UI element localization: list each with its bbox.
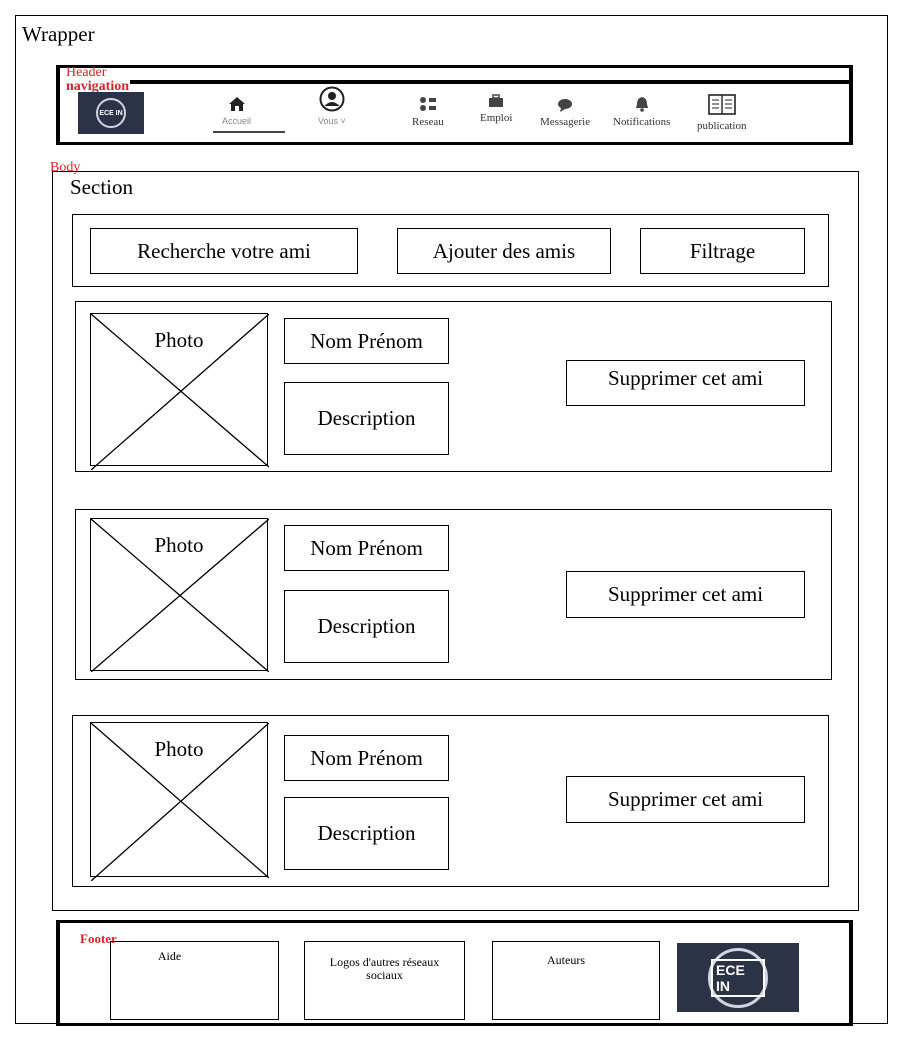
header-divider — [130, 80, 850, 84]
nav-item-messagerie[interactable]: Messagerie — [540, 90, 590, 128]
help-link[interactable]: Aide — [110, 941, 279, 1020]
nav-item-emploi[interactable]: Emploi — [480, 86, 512, 124]
friend-description: Description — [284, 590, 449, 663]
home-icon — [228, 90, 246, 112]
briefcase-icon — [488, 86, 504, 108]
friend-photo-placeholder[interactable]: Photo — [90, 722, 269, 881]
friend-description: Description — [284, 382, 449, 455]
bell-icon — [635, 90, 649, 112]
logo-text: ECE IN — [711, 958, 765, 997]
friend-name: Nom Prénom — [284, 735, 449, 781]
add-friends-button[interactable]: Ajouter des amis — [397, 228, 611, 274]
friend-description: Description — [284, 797, 449, 870]
active-tab-indicator — [213, 131, 285, 133]
header-label: Header — [66, 65, 107, 80]
photo-label: Photo — [154, 328, 204, 352]
friend-name: Nom Prénom — [284, 525, 449, 571]
wrapper-label: Wrapper — [22, 22, 95, 46]
section-label: Section — [70, 175, 133, 199]
friend-name: Nom Prénom — [284, 318, 449, 364]
authors-link[interactable]: Auteurs — [492, 941, 660, 1020]
nav-item-notifications[interactable]: Notifications — [613, 90, 670, 128]
logo-ring: ECE IN — [708, 947, 768, 1008]
nav-label-emploi: Emploi — [480, 112, 513, 124]
nav-label-publication: publication — [697, 120, 747, 132]
ece-in-logo[interactable]: ECE IN — [78, 92, 144, 134]
delete-friend-button[interactable]: Supprimer cet ami — [566, 360, 805, 406]
photo-label: Photo — [154, 737, 204, 761]
network-icon — [419, 90, 437, 112]
ece-in-logo-footer: ECE IN — [677, 943, 799, 1012]
user-icon — [319, 86, 345, 112]
social-logos-box[interactable]: Logos d'autres réseaux sociaux — [304, 941, 465, 1020]
logo-text: ECE IN — [99, 109, 123, 117]
nav-label-notifications: Notifications — [613, 116, 671, 128]
nav-label-accueil: Accueil — [222, 116, 252, 126]
nav-label-messagerie: Messagerie — [540, 116, 591, 128]
filter-button[interactable]: Filtrage — [640, 228, 805, 274]
chat-icon — [557, 90, 573, 112]
search-friend-input[interactable]: Recherche votre ami — [90, 228, 358, 274]
book-icon — [707, 94, 737, 116]
photo-label: Photo — [154, 533, 204, 557]
nav-item-accueil[interactable]: Accueil — [222, 90, 251, 126]
nav-label-vous: Vous ˅ — [318, 116, 346, 126]
logo-ring: ECE IN — [96, 98, 126, 128]
nav-label-reseau: Reseau — [412, 116, 444, 128]
delete-friend-button[interactable]: Supprimer cet ami — [566, 776, 805, 823]
delete-friend-button[interactable]: Supprimer cet ami — [566, 571, 805, 618]
nav-item-vous[interactable]: Vous ˅ — [318, 86, 346, 126]
nav-item-reseau[interactable]: Reseau — [412, 90, 444, 128]
nav-item-publication[interactable]: publication — [697, 94, 747, 132]
friend-photo-placeholder[interactable]: Photo — [90, 313, 269, 470]
friend-photo-placeholder[interactable]: Photo — [90, 518, 269, 672]
